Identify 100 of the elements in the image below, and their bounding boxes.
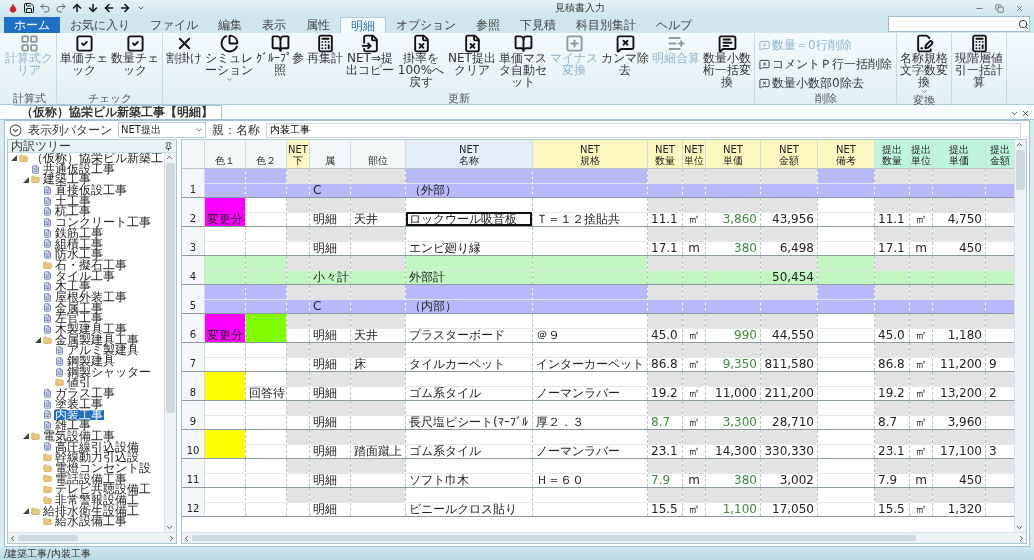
menu-tab[interactable]: 参照 [466,17,510,33]
menu-tab[interactable]: 下見積 [510,17,566,33]
menu-tab[interactable]: 明細 [340,17,386,33]
menu-tab[interactable]: 科目別集計 [566,17,646,33]
scrollbar[interactable] [1014,140,1026,532]
ribbon-button[interactable]: コメントＰ行一括削除 [757,55,894,73]
menu-tab[interactable]: 属性 [296,17,340,33]
column-header[interactable]: NET 備考 [818,140,875,168]
column-header[interactable]: 部位 [351,140,406,168]
collapse-icon[interactable] [9,123,22,137]
expander-icon[interactable] [11,155,17,162]
arrow-right-icon[interactable] [118,1,131,15]
tree-item[interactable]: 杭工事 [54,206,92,218]
column-header[interactable]: NET 規格 [533,140,648,168]
tree-item[interactable]: 左官工事 [54,313,104,324]
scroll-thumb[interactable] [166,163,175,413]
ribbon-button[interactable]: 数量小数部0除去 [757,74,894,92]
scrollbar[interactable] [182,532,1026,543]
tree-item[interactable]: テレビ共聴設備工 [54,484,152,495]
tree-item[interactable]: タイル工事 [54,270,116,282]
expander-icon[interactable] [23,508,29,515]
tree-item[interactable]: 非常警報設備工 [54,495,140,506]
tree-item[interactable]: 組積工事 [54,238,104,250]
column-header[interactable]: NET 名称 [406,140,533,168]
column-header[interactable]: NET 下 [287,140,310,168]
expander-icon[interactable] [23,433,29,440]
ribbon-button[interactable]: NET提出クリア [447,35,497,76]
ribbon-button[interactable]: 単価チェック [59,35,109,76]
tree-item[interactable]: コンクリート工事 [54,217,152,228]
ribbon-button[interactable]: 数量チェック [110,35,160,76]
tree-item[interactable]: 鋼製建具 [66,356,116,367]
ribbon-button[interactable]: 再集計 [306,35,344,64]
tree-item[interactable]: 共通仮設工事 [42,163,116,175]
pin-icon[interactable] [164,141,173,151]
column-header[interactable]: 属 [310,140,351,168]
scroll-thumb[interactable] [18,535,78,541]
ribbon-button[interactable]: シミュレーション [204,35,254,83]
color-swatch[interactable] [205,372,245,400]
ribbon-button[interactable]: NET⇒提出コピー [345,35,395,76]
tree-item[interactable]: 木工事 [54,281,92,292]
arrow-up-icon[interactable] [70,1,83,15]
menu-tab[interactable]: 編集 [208,17,252,33]
tree-item[interactable]: 幹線動力引込設 [54,452,140,463]
tree-item[interactable]: 石・擬石工事 [54,259,128,271]
parent-name-field[interactable]: 内装工事 [266,122,1021,138]
tree-item[interactable]: 塗装工事 [54,398,104,410]
pattern-select[interactable]: NET提出 [118,122,206,138]
ribbon-button[interactable]: 名称規格文字数変換 [899,35,949,95]
menu-tab[interactable]: 表示 [252,17,296,33]
menu-tab[interactable]: ヘルプ [646,17,702,33]
arrow-left-icon[interactable] [102,1,115,15]
column-header[interactable]: NET 単価 [706,140,761,168]
tree-item[interactable]: 給水設備工事 [54,516,128,528]
tree-item[interactable]: 防水工事 [54,249,104,260]
column-header[interactable]: NET 数量 [648,140,683,168]
column-header[interactable]: 提出 単価 [933,140,986,168]
scrollbar[interactable] [8,532,176,543]
tree-item[interactable]: 鉄筋工事 [54,227,104,239]
tree-item[interactable]: 屋根外装工事 [54,291,128,303]
ribbon-button[interactable]: 数量小数桁一括変換 [702,35,752,88]
ribbon-button[interactable]: 単価マスタ自動セット [498,35,548,88]
tree-item[interactable]: 値引 [66,377,92,389]
scrollbar[interactable] [164,153,176,532]
save-icon[interactable] [22,1,35,15]
ribbon-button[interactable]: ｸﾞﾙｰﾌﾟ参照 [255,35,305,76]
color-swatch[interactable] [246,314,286,342]
undo-icon[interactable] [38,1,51,15]
tree-item[interactable]: 土工事 [54,195,92,207]
redo-icon[interactable] [54,1,67,15]
column-header[interactable]: NET 金額 [761,140,818,168]
column-header[interactable]: 色２ [246,140,287,168]
tree-item[interactable]: ガラス工事 [54,388,116,399]
tree-item[interactable]: 電話設備工事 [54,473,128,485]
menu-tab[interactable]: ホーム [4,17,60,33]
tree-item[interactable]: 金属製建具工事 [54,334,140,346]
tree-item[interactable]: 金属工事 [54,302,104,314]
column-header[interactable]: 提出 金額 [986,140,1014,168]
tree-item[interactable]: 雑工事 [54,420,92,431]
scroll-thumb[interactable] [1016,150,1025,190]
color-swatch[interactable]: 変更分 [205,314,245,342]
tree-item[interactable]: 内装工事 [54,409,104,421]
menu-tab[interactable]: お気に入り [60,17,140,33]
tree-item[interactable]: 給排水衛生設備工 [42,505,140,517]
expander-icon[interactable] [35,337,41,344]
ribbon-button[interactable]: 現階層値引一括計算 [954,35,1004,88]
expander-icon[interactable] [23,176,29,183]
arrow-down-icon[interactable] [86,1,99,15]
column-header[interactable]: 色１ [205,140,246,168]
search-icon[interactable] [1018,18,1029,30]
color-swatch[interactable]: 変更分 [205,198,245,226]
tree-item[interactable]: 鋼製シャッター [66,366,152,378]
tree-item[interactable]: 木製建具工事 [54,324,128,335]
column-header[interactable]: 提出 数量 [875,140,910,168]
ribbon-button[interactable]: 割掛け [165,35,203,64]
app-icon[interactable] [6,1,19,15]
column-header[interactable]: 提出 単位 [910,140,933,168]
document-tab[interactable]: （仮称）協栄ビル新築工事【明細】 [6,105,222,119]
menu-tab[interactable]: オプション [386,17,466,33]
tree-item[interactable]: 直接仮設工事 [54,185,128,196]
restore-icon[interactable] [995,3,1004,13]
